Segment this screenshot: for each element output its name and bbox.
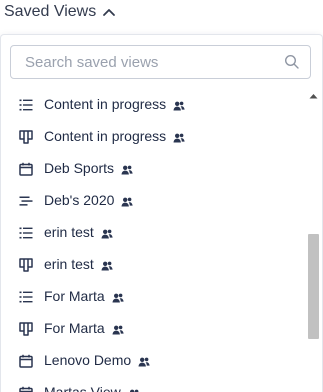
shared-users-icon [173, 99, 185, 111]
scrollbar-thumb[interactable] [308, 234, 319, 339]
saved-view-label: Lenovo Demo [44, 352, 131, 368]
saved-view-item[interactable]: Martas View [1, 377, 304, 392]
scroll-up-arrow-icon[interactable] [309, 93, 318, 99]
search-input[interactable] [11, 46, 271, 78]
saved-view-item[interactable]: Deb Sports [1, 153, 304, 185]
search-icon[interactable] [284, 54, 300, 70]
saved-views-dropdown: Content in progress Content in progress De… [0, 34, 323, 392]
saved-view-label: For Marta [44, 320, 105, 336]
saved-views-title: Saved Views [4, 3, 96, 21]
saved-view-item[interactable]: For Marta [1, 281, 304, 313]
list-icon [19, 226, 33, 240]
list-icon [19, 98, 33, 112]
saved-view-label: erin test [44, 256, 94, 272]
saved-view-label: Content in progress [44, 128, 166, 144]
saved-view-item[interactable]: Lenovo Demo [1, 345, 304, 377]
timeline-icon [19, 194, 33, 208]
saved-view-item[interactable]: For Marta [1, 313, 304, 345]
shared-users-icon [121, 195, 133, 207]
calendar-icon [19, 386, 33, 392]
saved-view-item[interactable]: Deb's 2020 [1, 185, 304, 217]
saved-view-item[interactable]: Content in progress [1, 121, 304, 153]
saved-views-list: Content in progress Content in progress De… [1, 89, 304, 392]
search-box [10, 45, 311, 79]
chevron-up-icon [102, 7, 116, 17]
scrollbar[interactable] [306, 89, 320, 392]
shared-users-icon [112, 323, 124, 335]
saved-views-toggle[interactable]: Saved Views [4, 0, 116, 24]
saved-view-label: Content in progress [44, 96, 166, 112]
saved-view-label: For Marta [44, 288, 105, 304]
board-icon [19, 258, 33, 272]
calendar-icon [19, 162, 33, 176]
saved-view-label: erin test [44, 224, 94, 240]
saved-view-label: Deb's 2020 [44, 192, 114, 208]
shared-users-icon [128, 387, 140, 392]
shared-users-icon [101, 259, 113, 271]
saved-view-item[interactable]: Content in progress [1, 89, 304, 121]
shared-users-icon [173, 131, 185, 143]
saved-view-item[interactable]: erin test [1, 249, 304, 281]
shared-users-icon [112, 291, 124, 303]
saved-view-label: Deb Sports [44, 160, 114, 176]
board-icon [19, 130, 33, 144]
board-icon [19, 322, 33, 336]
saved-view-item[interactable]: erin test [1, 217, 304, 249]
list-icon [19, 290, 33, 304]
shared-users-icon [101, 227, 113, 239]
shared-users-icon [121, 163, 133, 175]
calendar-icon [19, 354, 33, 368]
shared-users-icon [138, 355, 150, 367]
